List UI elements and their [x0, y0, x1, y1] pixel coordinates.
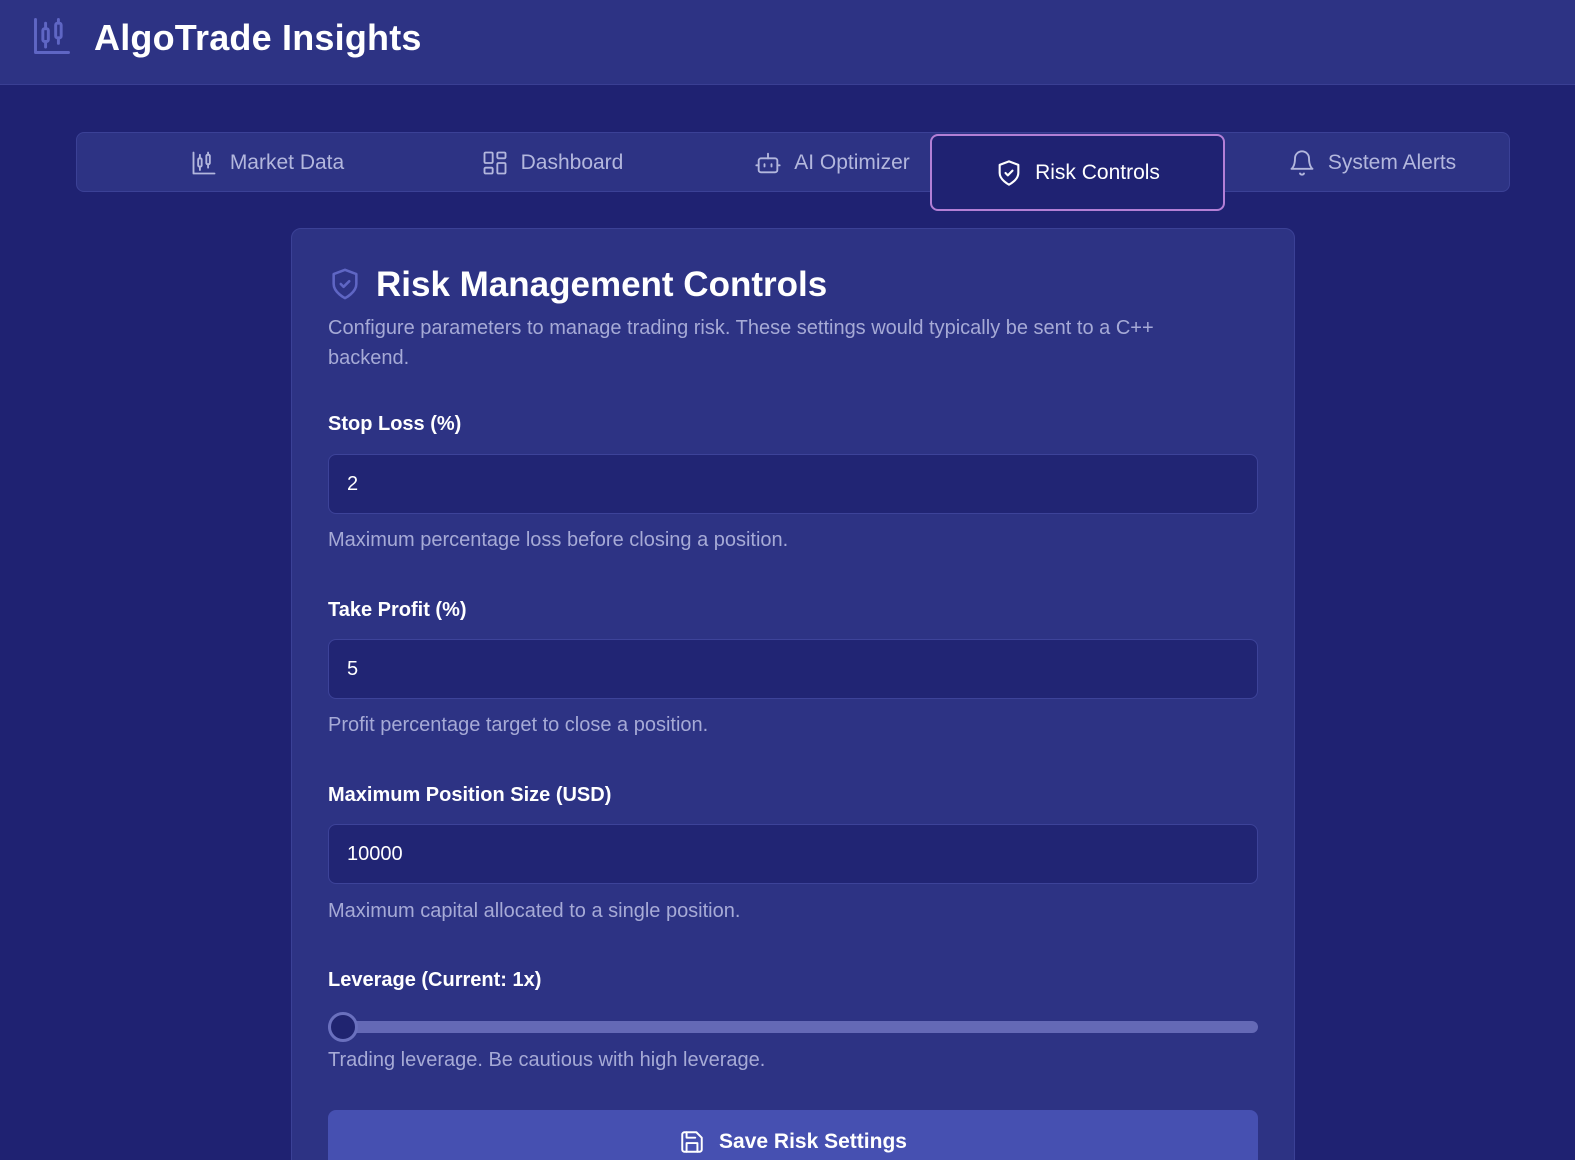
panel-description: Configure parameters to manage trading r…	[328, 317, 1154, 369]
stop-loss-hint: Maximum percentage loss before closing a…	[328, 529, 789, 551]
stop-loss-label: Stop Loss (%)	[328, 413, 462, 435]
max-position-label: Maximum Position Size (USD)	[328, 784, 612, 806]
take-profit-input[interactable]	[328, 639, 1258, 699]
tab-label: Market Data	[229, 151, 345, 174]
tab-label: AI Optimizer	[794, 151, 910, 174]
leverage-hint: Trading leverage. Be cautious with high …	[328, 1049, 766, 1071]
tab-market-data[interactable]: Market Data	[117, 133, 417, 193]
max-position-input[interactable]	[328, 824, 1258, 884]
tab-label: System Alerts	[1327, 151, 1457, 174]
leverage-slider-thumb[interactable]	[328, 1012, 358, 1042]
candlestick-chart-icon	[192, 151, 216, 175]
robot-icon	[755, 152, 781, 174]
tab-bar: Market Data Dashboard AI Optimizer Risk …	[76, 132, 1510, 211]
leverage-label: Leverage (Current: 1x)	[328, 969, 542, 991]
tab-label: Dashboard	[520, 151, 624, 174]
panel-title: Risk Management Controls	[376, 265, 828, 304]
save-button-label: Save Risk Settings	[719, 1130, 907, 1153]
tab-risk-controls[interactable]: Risk Controls	[930, 134, 1225, 211]
tab-label: Risk Controls	[1035, 160, 1160, 184]
max-position-hint: Maximum capital allocated to a single po…	[328, 900, 741, 922]
dashboard-grid-icon	[483, 151, 507, 175]
take-profit-hint: Profit percentage target to close a posi…	[328, 714, 709, 736]
top-bar: AlgoTrade Insights	[0, 0, 1575, 85]
save-icon	[681, 1131, 703, 1153]
tab-system-alerts[interactable]: System Alerts	[1237, 133, 1507, 193]
bell-icon	[1290, 150, 1314, 176]
leverage-slider-track[interactable]	[328, 1021, 1258, 1033]
tab-dashboard[interactable]: Dashboard	[407, 133, 697, 193]
take-profit-label: Take Profit (%)	[328, 599, 467, 621]
shield-check-icon	[332, 268, 358, 300]
app-title: AlgoTrade Insights	[94, 17, 422, 58]
stop-loss-input[interactable]	[328, 454, 1258, 514]
shield-check-icon	[998, 159, 1020, 186]
candlestick-chart-icon	[34, 18, 70, 54]
save-risk-settings-button[interactable]: Save Risk Settings	[328, 1110, 1258, 1160]
risk-management-card: Risk Management Controls Configure param…	[291, 228, 1295, 1160]
